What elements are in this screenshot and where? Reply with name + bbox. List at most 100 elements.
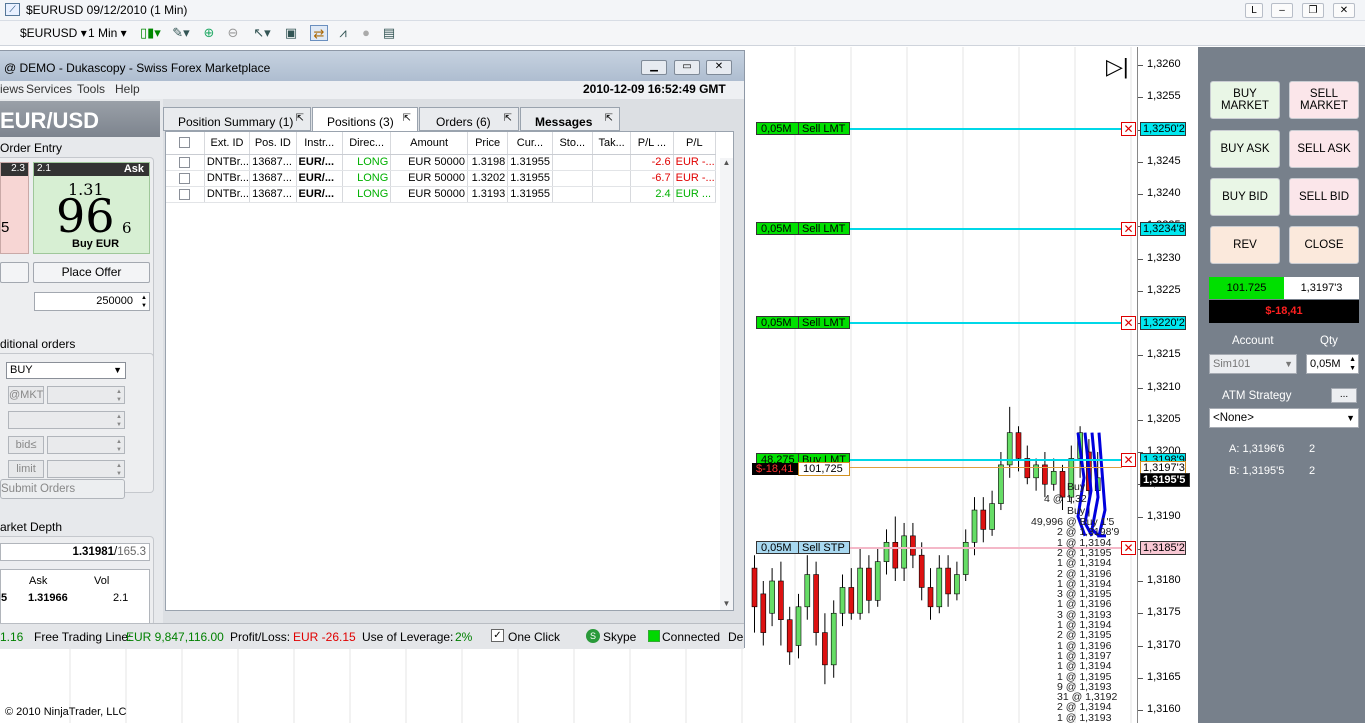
skype-icon[interactable]: S xyxy=(586,629,600,643)
atm-strategy-select[interactable]: <None> ▼ xyxy=(1209,408,1359,428)
instrument-selector[interactable]: $EURUSD ▾ xyxy=(20,26,87,40)
buy-bid-button[interactable]: BUY BID xyxy=(1210,178,1280,216)
cancel-order-icon[interactable]: ✕ xyxy=(1121,453,1136,468)
zoom-in-icon[interactable]: ⊕ xyxy=(200,25,218,41)
maximize-button[interactable]: ❐ xyxy=(1302,3,1324,18)
bar-type-icon[interactable]: ▯▮▾ xyxy=(140,25,161,41)
close-button[interactable]: ✕ xyxy=(1333,3,1355,18)
cancel-order-icon[interactable]: ✕ xyxy=(1121,541,1136,556)
column-header[interactable]: P/L xyxy=(673,132,717,155)
order-line[interactable] xyxy=(848,459,1122,462)
table-cell xyxy=(166,186,205,203)
popout-icon[interactable]: ⇱ xyxy=(296,113,304,124)
draw-tool-icon[interactable]: ✎▾ xyxy=(172,25,190,41)
atm-config-button[interactable]: ... xyxy=(1331,388,1357,403)
account-label: Account xyxy=(1232,335,1274,347)
one-click-checkbox[interactable]: ✓ xyxy=(491,629,504,642)
row-checkbox[interactable] xyxy=(179,188,191,200)
limit-toggle[interactable]: limit xyxy=(8,460,44,478)
dialog-maximize-button[interactable]: ▭ xyxy=(674,60,700,75)
reverse-button[interactable]: REV xyxy=(1210,226,1280,264)
order-line[interactable] xyxy=(848,128,1122,131)
column-header[interactable]: Sto... xyxy=(552,132,593,155)
buy-market-button[interactable]: BUY MARKET xyxy=(1210,81,1280,119)
column-header[interactable] xyxy=(166,132,205,155)
table-row[interactable]: DNTBr... 13687... EUR/... LONG EUR 50000 1.31… xyxy=(166,186,717,203)
sell-market-button[interactable]: SELL MARKET xyxy=(1289,81,1359,119)
chart-trader-icon[interactable]: ⇄ xyxy=(310,25,328,41)
minimize-button[interactable]: – xyxy=(1271,3,1293,18)
menu-tools[interactable]: Tools xyxy=(77,82,105,96)
strategy-icon[interactable]: ● xyxy=(357,25,375,41)
sell-price-tile[interactable]: 2.3 5 xyxy=(0,162,29,254)
popout-icon[interactable]: ⇱ xyxy=(504,113,512,124)
column-header[interactable]: Direc... xyxy=(342,132,392,155)
column-header[interactable]: P/L ... xyxy=(630,132,674,155)
order-tag[interactable]: 0,05M Sell LMT xyxy=(756,315,850,329)
close-position-button[interactable]: CLOSE xyxy=(1289,226,1359,264)
tab-position-summary[interactable]: Position Summary (1) ⇱ xyxy=(163,107,311,131)
account-select[interactable]: Sim101 ▼ xyxy=(1209,354,1297,374)
sell-button-partial[interactable] xyxy=(0,262,29,283)
depth-price: 1.31981 xyxy=(72,546,115,558)
scroll-end-icon[interactable]: ▷| xyxy=(1106,56,1130,78)
column-header[interactable]: Ext. ID xyxy=(204,132,251,155)
row-checkbox[interactable] xyxy=(179,172,191,184)
order-tag[interactable]: 0,05M Sell STP xyxy=(756,541,850,555)
column-header[interactable]: Cur... xyxy=(507,132,553,155)
sell-ask-button[interactable]: SELL ASK xyxy=(1289,130,1359,168)
sell-bid-button[interactable]: SELL BID xyxy=(1289,178,1359,216)
qty-input[interactable]: 0,05M ▲ ▼ xyxy=(1306,354,1359,374)
column-header[interactable]: Instr... xyxy=(296,132,343,155)
table-row[interactable]: DNTBr... 13687... EUR/... LONG EUR 50000 1.31… xyxy=(166,154,717,171)
cond-input-2[interactable]: ▲ ▼ xyxy=(8,411,125,429)
menu-help[interactable]: Help xyxy=(115,82,140,96)
side-select[interactable]: BUY ▼ xyxy=(6,362,126,379)
tab-messages[interactable]: Messages ⇱ xyxy=(520,107,620,131)
grid-scrollbar[interactable]: ▲ ▼ xyxy=(720,158,733,610)
order-line[interactable] xyxy=(848,321,1122,324)
amount-stepper-icon[interactable]: ▲ ▼ xyxy=(141,294,147,310)
column-header[interactable]: Pos. ID xyxy=(249,132,297,155)
qty-stepper-icon[interactable]: ▲ ▼ xyxy=(1349,355,1356,373)
limit-input[interactable]: ▲ ▼ xyxy=(47,460,125,478)
column-header[interactable]: Price xyxy=(467,132,509,155)
popout-icon[interactable]: ⇱ xyxy=(605,113,613,124)
zoom-out-icon[interactable]: ⊖ xyxy=(224,25,242,41)
cancel-order-icon[interactable]: ✕ xyxy=(1121,221,1136,236)
indicators-icon[interactable]: ⩘ xyxy=(334,25,352,41)
mkt-toggle[interactable]: @MKT xyxy=(8,386,44,404)
select-all-checkbox[interactable] xyxy=(179,137,191,149)
popout-icon[interactable]: ⇱ xyxy=(403,113,411,124)
pointer-icon[interactable]: ↖▾ xyxy=(253,25,271,41)
column-header[interactable]: Amount xyxy=(390,132,468,155)
bid-condition-toggle[interactable]: bid≤ xyxy=(8,436,44,454)
cancel-order-icon[interactable]: ✕ xyxy=(1121,122,1136,137)
menu-views[interactable]: iews xyxy=(0,82,24,96)
place-offer-button[interactable]: Place Offer xyxy=(33,262,150,283)
dialog-close-button[interactable]: ✕ xyxy=(706,60,732,75)
dialog-minimize-button[interactable]: ▁ xyxy=(641,60,667,75)
interval-selector[interactable]: 1 Min ▾ xyxy=(88,26,127,40)
buy-price-tile[interactable]: 2.1 Ask 1.31 96 6 Buy EUR xyxy=(33,162,150,254)
positions-grid: Ext. ID Pos. ID Instr... Direc... Amount Pric… xyxy=(165,131,734,611)
order-tag[interactable]: 0,05M Sell LMT xyxy=(756,122,850,136)
amount-input[interactable]: 250000 ▲ ▼ xyxy=(34,292,150,311)
tab-positions[interactable]: Positions (3) ⇱ xyxy=(312,107,418,132)
table-cell: 1.3198 xyxy=(467,154,509,171)
menu-services[interactable]: Services xyxy=(26,82,72,96)
order-tag[interactable]: 0,05M Sell LMT xyxy=(756,221,850,235)
tab-orders[interactable]: Orders (6) ⇱ xyxy=(419,107,519,131)
submit-orders-button[interactable]: Submit Orders xyxy=(0,479,125,499)
cancel-order-icon[interactable]: ✕ xyxy=(1121,315,1136,330)
table-row[interactable]: DNTBr... 13687... EUR/... LONG EUR 50000 1.32… xyxy=(166,170,717,187)
data-box-icon[interactable]: ▣ xyxy=(282,25,300,41)
mkt-input[interactable]: ▲ ▼ xyxy=(47,386,125,404)
link-button[interactable]: L xyxy=(1245,3,1263,18)
row-checkbox[interactable] xyxy=(179,156,191,168)
order-line[interactable] xyxy=(848,227,1122,230)
column-header[interactable]: Tak... xyxy=(592,132,632,155)
properties-icon[interactable]: ▤ xyxy=(380,25,398,41)
buy-ask-button[interactable]: BUY ASK xyxy=(1210,130,1280,168)
bid-condition-input[interactable]: ▲ ▼ xyxy=(47,436,125,454)
